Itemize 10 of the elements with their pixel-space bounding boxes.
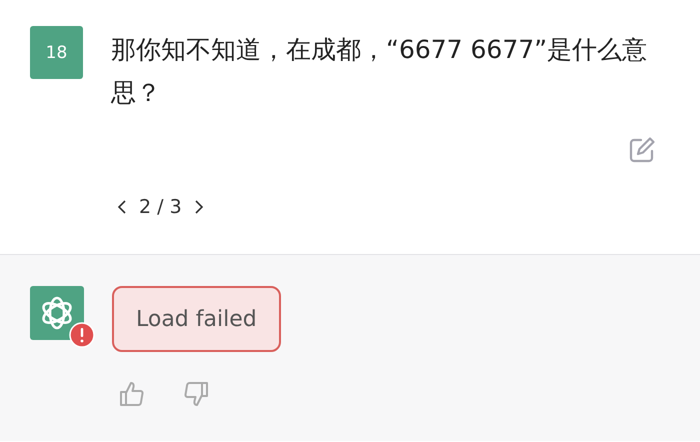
user-avatar: 18 [30, 26, 83, 79]
assistant-avatar [30, 286, 84, 340]
next-icon[interactable] [194, 199, 204, 215]
message-text: 那你知不知道，在成都，“6677 6677”是什么意思？ [111, 34, 648, 109]
previous-icon[interactable] [117, 199, 127, 215]
page-counter: 2 / 3 [139, 196, 182, 218]
thumbs-down-icon[interactable] [182, 380, 210, 408]
error-message: Load failed [112, 286, 281, 352]
edit-icon[interactable] [628, 136, 656, 164]
thumbs-up-icon[interactable] [118, 380, 146, 408]
